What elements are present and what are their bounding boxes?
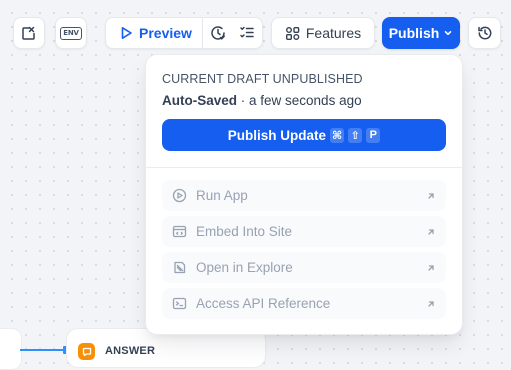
autosaved-label: Auto-Saved: [162, 93, 238, 108]
features-button[interactable]: Features: [271, 17, 375, 49]
publish-label: Publish: [388, 25, 440, 41]
start-node[interactable]: [0, 328, 22, 370]
debug-list-button[interactable]: [232, 18, 262, 48]
list-icon: [239, 25, 255, 41]
checklist-button[interactable]: [203, 18, 233, 48]
answer-icon: [78, 343, 95, 360]
menu-item-api-reference[interactable]: Access API Reference: [162, 288, 446, 319]
version-history-button[interactable]: [468, 17, 501, 49]
publish-update-button[interactable]: Publish Update ⌘ ⇧ P: [162, 119, 446, 151]
features-icon: [285, 26, 300, 41]
menu-item-label: Embed Into Site: [196, 224, 293, 239]
draft-status: CURRENT DRAFT UNPUBLISHED: [162, 72, 363, 86]
arrow-up-right-icon: [426, 299, 436, 309]
publish-button[interactable]: Publish: [382, 17, 460, 49]
menu-item-explore[interactable]: Open in Explore: [162, 252, 446, 283]
shortcut-key-shift: ⇧: [348, 127, 363, 143]
env-check-button[interactable]: [13, 17, 45, 49]
play-icon: [120, 26, 133, 40]
answer-node-label: ANSWER: [105, 345, 156, 357]
menu-item-run-app[interactable]: Run App: [162, 180, 446, 211]
menu-item-embed[interactable]: Embed Into Site: [162, 216, 446, 247]
edge-connector: [20, 349, 66, 351]
autosaved-time: a few seconds ago: [249, 93, 362, 108]
preview-group: Preview: [105, 17, 263, 49]
env-icon: ENV: [60, 26, 82, 40]
arrow-up-right-icon: [426, 227, 436, 237]
play-circle-icon: [172, 188, 187, 203]
env-variables-button[interactable]: ENV: [55, 17, 87, 49]
checklist-icon: [21, 25, 37, 41]
publish-update-label: Publish Update: [227, 127, 327, 143]
history-check-icon: [210, 25, 226, 41]
features-label: Features: [305, 25, 362, 41]
menu-item-label: Open in Explore: [196, 260, 293, 275]
terminal-icon: [172, 296, 187, 311]
history-icon: [477, 25, 493, 41]
shortcut-key-cmd: ⌘: [330, 127, 345, 143]
explore-icon: [172, 260, 187, 275]
shortcut-key-p: P: [366, 127, 381, 143]
arrow-up-right-icon: [426, 191, 436, 201]
menu-item-label: Access API Reference: [196, 296, 331, 311]
publish-actions-list: Run App Embed Into Site Open in Explore …: [146, 168, 462, 319]
arrow-up-right-icon: [426, 263, 436, 273]
autosaved-separator: ·: [237, 93, 250, 108]
embed-icon: [172, 224, 187, 239]
menu-item-label: Run App: [196, 188, 248, 203]
autosave-status: Auto-Saved · a few seconds ago: [162, 92, 446, 110]
preview-button[interactable]: Preview: [106, 18, 202, 48]
chevron-down-icon: [443, 28, 453, 38]
publish-dropdown: CURRENT DRAFT UNPUBLISHED Auto-Saved · a…: [145, 54, 463, 335]
preview-label: Preview: [139, 25, 192, 41]
